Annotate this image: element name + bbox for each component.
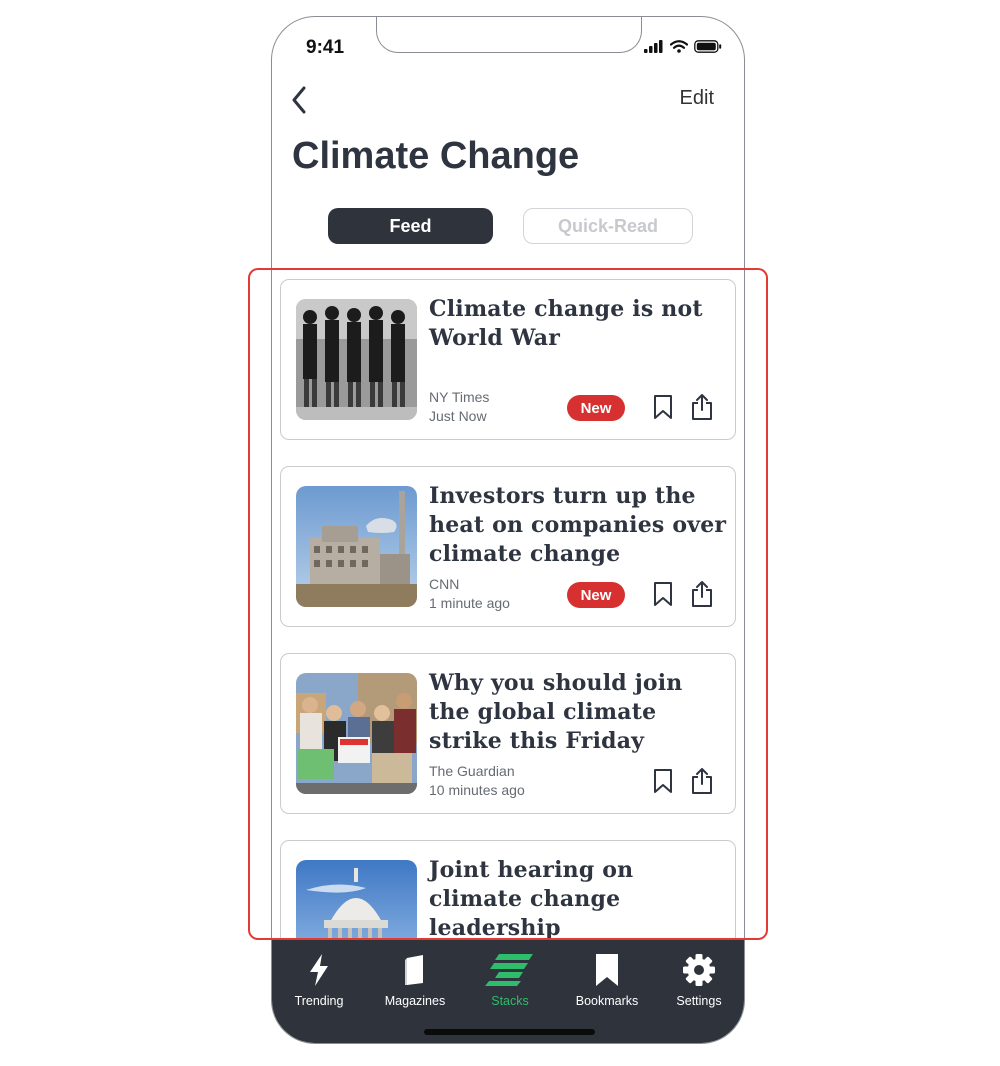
highlight-box <box>248 268 768 940</box>
tab-label: Bookmarks <box>575 994 639 1008</box>
gear-icon <box>683 954 715 986</box>
tab-trending[interactable]: Trending <box>272 946 366 1008</box>
home-indicator[interactable] <box>424 1029 595 1035</box>
bookmark-icon <box>596 954 618 986</box>
tab-label: Trending <box>294 994 344 1008</box>
tab-magazines[interactable]: Magazines <box>368 946 462 1008</box>
tab-label: Magazines <box>384 994 446 1008</box>
edit-button[interactable]: Edit <box>680 87 714 110</box>
status-icons <box>644 40 722 53</box>
wifi-icon <box>670 40 688 53</box>
signal-icon <box>644 40 663 53</box>
stacks-icon <box>485 954 533 986</box>
tab-feed[interactable]: Feed <box>328 208 493 244</box>
status-time: 9:41 <box>306 37 345 58</box>
magazine-icon <box>405 955 423 985</box>
phone-notch <box>376 17 642 53</box>
chevron-left-icon <box>292 86 306 114</box>
tab-label: Stacks <box>491 994 529 1008</box>
lightning-icon <box>310 954 328 986</box>
tab-bookmarks[interactable]: Bookmarks <box>560 946 654 1008</box>
bottom-tab-bar: Trending Magazines Stacks Bookmarks Sett… <box>272 938 744 1043</box>
back-button[interactable] <box>282 83 316 117</box>
battery-icon <box>694 40 722 53</box>
tab-stacks[interactable]: Stacks <box>463 946 557 1008</box>
tab-label: Settings <box>676 994 722 1008</box>
page-title: Climate Change <box>292 135 580 177</box>
tab-quick-read[interactable]: Quick-Read <box>523 208 693 244</box>
tab-settings[interactable]: Settings <box>652 946 744 1008</box>
